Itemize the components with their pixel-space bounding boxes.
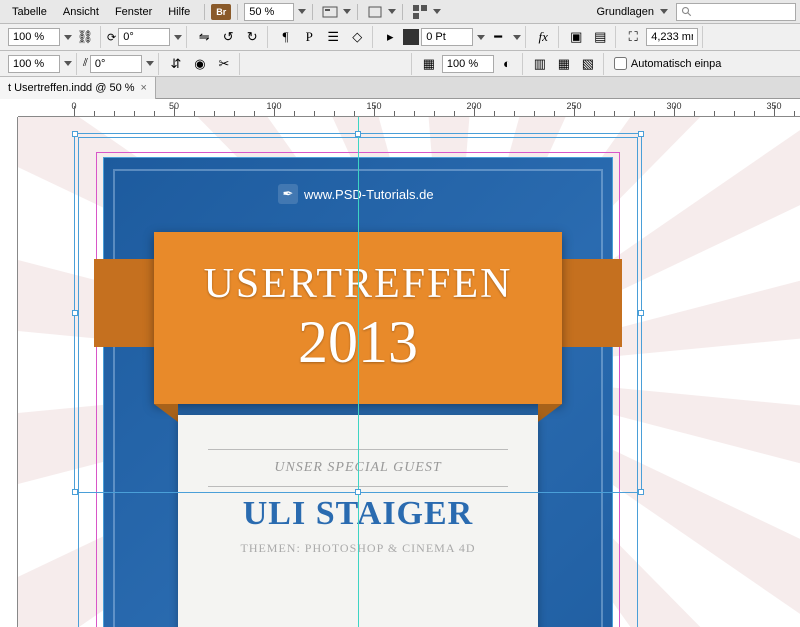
scale-y-input[interactable] <box>8 55 60 73</box>
document-tab[interactable]: t Usertreffen.indd @ 50 % × <box>0 77 156 99</box>
close-tab-icon[interactable]: × <box>141 82 147 94</box>
canvas[interactable]: ✒ www.PSD-Tutorials.de USERTREFFEN 2013 … <box>18 117 800 627</box>
zoom-input[interactable] <box>244 3 294 21</box>
selection-handle[interactable] <box>72 489 78 495</box>
ruler-horizontal[interactable]: 0 50 100 150 200 250 300 350 <box>18 99 800 117</box>
control-panel-row2: ⫽ ⇵ ◉ ✂ ▦ ◐ ▥ ▦ ▧ Automatisch einpa <box>0 51 800 77</box>
shear-icon: ⫽ <box>83 57 88 70</box>
selection-handle[interactable] <box>72 310 78 316</box>
char-style-icon[interactable]: P <box>298 27 320 47</box>
view-mode-icon-2[interactable] <box>364 2 386 22</box>
wrap-none-icon[interactable]: ▣ <box>565 27 587 47</box>
para-style-icon[interactable]: ¶ <box>274 27 296 47</box>
control-panel-row1: ⛓ ⟳ ⇋ ↺ ↻ ¶ P ☰ ◇ ▸ ━ fx ▣ ▤ ⛶ <box>0 24 800 51</box>
fill-swatch[interactable] <box>403 29 419 45</box>
scissors-icon[interactable]: ✂ <box>213 54 235 74</box>
wrap-bounding-icon[interactable]: ▤ <box>589 27 611 47</box>
opacity-icon[interactable]: ▦ <box>418 54 440 74</box>
selection-frame[interactable] <box>74 133 642 493</box>
zoom-level[interactable] <box>244 3 306 21</box>
selection-handle[interactable] <box>638 131 644 137</box>
selection-handle[interactable] <box>638 489 644 495</box>
flip-h-icon[interactable]: ⇋ <box>193 27 215 47</box>
bridge-icon[interactable]: Br <box>211 4 231 20</box>
menubar: Tabelle Ansicht Fenster Hilfe Br Grundla… <box>0 0 800 24</box>
selection-handle[interactable] <box>638 310 644 316</box>
rotation-input[interactable] <box>118 28 170 46</box>
stroke-width-input[interactable] <box>646 28 698 46</box>
corner-options-icon[interactable]: ◇ <box>346 27 368 47</box>
view-mode-icon-1[interactable] <box>319 2 341 22</box>
fx-icon[interactable]: fx <box>532 27 554 47</box>
rotate-cw-icon[interactable]: ↻ <box>241 27 263 47</box>
scale-x-input[interactable] <box>8 28 60 46</box>
search-box[interactable] <box>676 3 796 21</box>
flip-v-icon[interactable]: ⇵ <box>165 54 187 74</box>
menu-fenster[interactable]: Fenster <box>107 2 160 22</box>
pathfinder-icon[interactable]: ◉ <box>189 54 211 74</box>
link-scale-icon[interactable]: ⛓ <box>74 27 96 47</box>
rotate-ccw-icon[interactable]: ↺ <box>217 27 239 47</box>
document-tab-bar: t Usertreffen.indd @ 50 % × <box>0 77 800 99</box>
selection-handle[interactable] <box>355 131 361 137</box>
workspace-selector[interactable]: Grundlagen <box>597 6 669 18</box>
wrap-jump-icon[interactable]: ▦ <box>553 54 575 74</box>
text-wrap-icon[interactable]: ☰ <box>322 27 344 47</box>
auto-fit-checkbox[interactable] <box>614 57 627 70</box>
opacity-input[interactable] <box>442 55 494 73</box>
ruler-vertical[interactable] <box>0 117 18 627</box>
stroke-style-icon[interactable]: ━ <box>487 27 509 47</box>
menu-tabelle[interactable]: Tabelle <box>4 2 55 22</box>
stroke-pt-input[interactable] <box>421 28 473 46</box>
menu-hilfe[interactable]: Hilfe <box>160 2 198 22</box>
fit-frame-icon[interactable]: ⛶ <box>622 27 644 47</box>
workspace: ✒ www.PSD-Tutorials.de USERTREFFEN 2013 … <box>0 117 800 627</box>
search-icon <box>681 6 693 18</box>
arrange-icon[interactable] <box>409 2 431 22</box>
chevron-right-icon[interactable]: ▸ <box>379 27 401 47</box>
wrap-column-icon[interactable]: ▧ <box>577 54 599 74</box>
wrap-shape-icon[interactable]: ▥ <box>529 54 551 74</box>
blend-icon[interactable]: ◐ <box>496 54 518 74</box>
selection-handle[interactable] <box>355 489 361 495</box>
selection-handle[interactable] <box>72 131 78 137</box>
menu-ansicht[interactable]: Ansicht <box>55 2 107 22</box>
shear-input[interactable] <box>90 55 142 73</box>
rotation-icon: ⟳ <box>107 31 116 44</box>
auto-fit-label: Automatisch einpa <box>631 58 722 70</box>
